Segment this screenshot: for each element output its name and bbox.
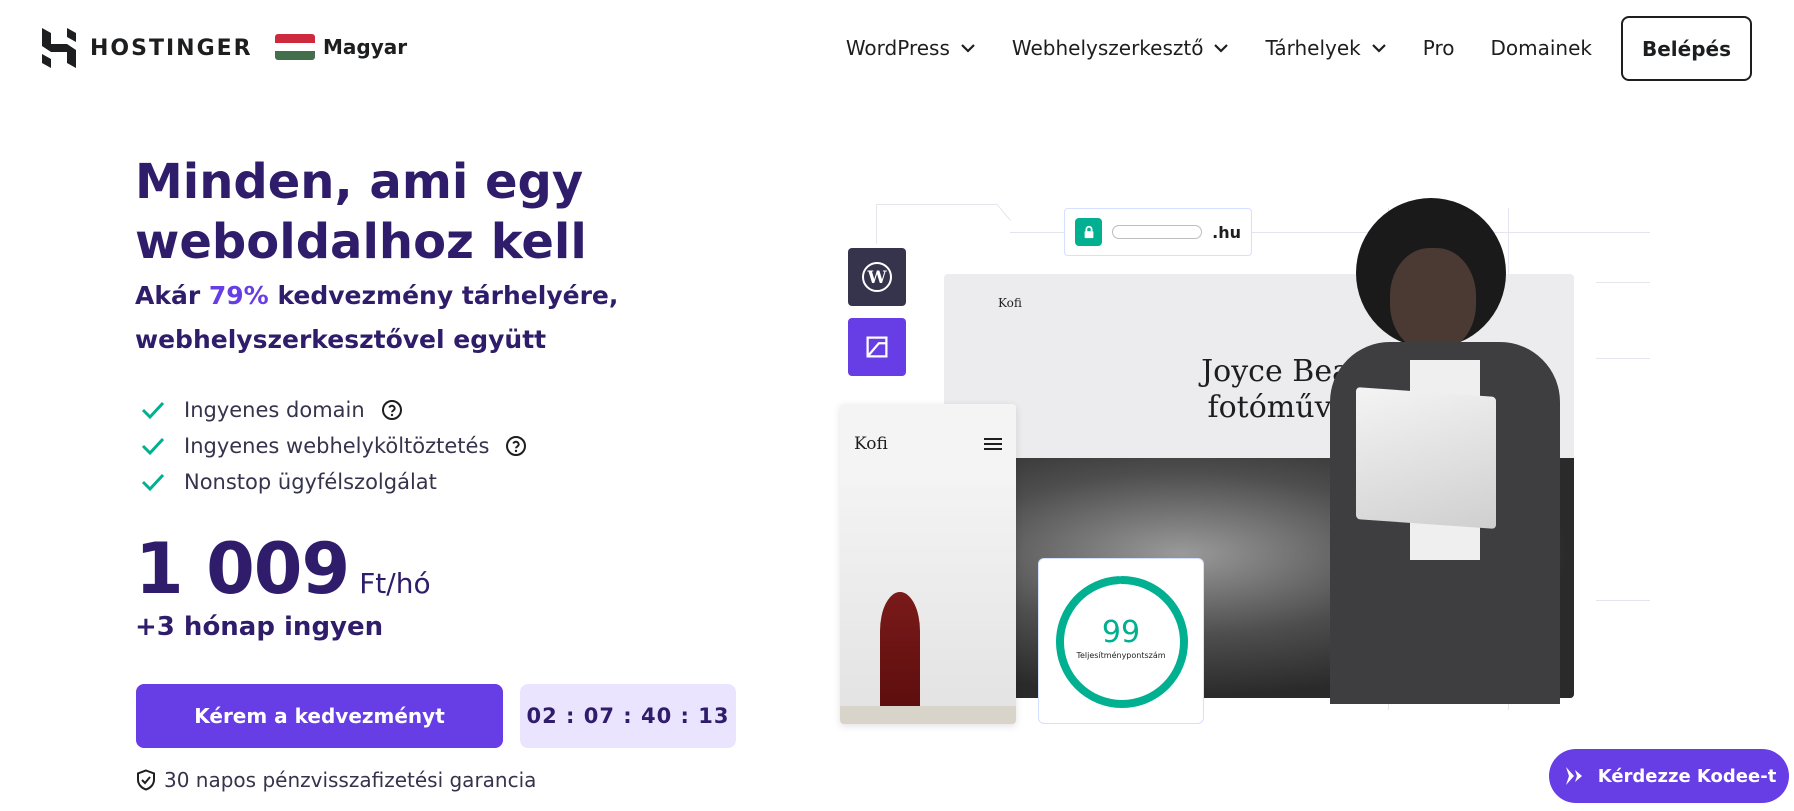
- menu-icon: [984, 438, 1002, 450]
- nav-item-pro[interactable]: Pro: [1423, 36, 1455, 60]
- guarantee-label: 30 napos pénzvisszafizetési garancia: [164, 768, 537, 792]
- mobile-preview: Kofi: [840, 404, 1016, 724]
- mobile-header: Kofi: [840, 404, 1016, 484]
- chevron-down-icon: [1371, 44, 1386, 53]
- claim-discount-button[interactable]: Kérem a kedvezményt: [136, 684, 503, 748]
- grid-line: [1596, 600, 1650, 601]
- mobile-photo: [840, 484, 1016, 724]
- help-circle-icon[interactable]: [505, 435, 527, 457]
- score-value: 99: [1101, 614, 1141, 650]
- subtitle-line2: webhelyszerkesztővel együtt: [135, 325, 547, 354]
- url-bar: .hu: [1064, 208, 1252, 256]
- mobile-logo: Kofi: [854, 434, 888, 454]
- list-item: Ingyenes webhelyköltöztetés: [140, 428, 527, 464]
- nav-item-label: Webhelyszerkesztő: [1011, 36, 1204, 60]
- list-item: Ingyenes domain: [140, 392, 527, 428]
- check-icon: [141, 401, 165, 420]
- grid-line: [1596, 282, 1650, 283]
- check-icon: [141, 473, 165, 492]
- feature-label: Ingyenes webhelyköltöztetés: [184, 434, 490, 458]
- price-amount: 1 009: [135, 528, 350, 610]
- nav-item-wordpress[interactable]: WordPress: [846, 36, 976, 60]
- grid-line: [996, 203, 1011, 221]
- discount-percent: 79%: [208, 281, 269, 310]
- website-builder-icon: [848, 318, 906, 376]
- subtitle-prefix: Akár: [135, 281, 209, 310]
- feature-label: Nonstop ügyfélszolgálat: [184, 470, 437, 494]
- brand-name: HOSTINGER: [90, 35, 253, 61]
- grid-line: [876, 204, 996, 205]
- subtitle-rest: kedvezmény tárhelyére,: [268, 281, 619, 310]
- hero-title: Minden, ami egy weboldalhoz kell: [135, 154, 587, 270]
- language-label: Magyar: [323, 35, 408, 59]
- nav-item-label: Pro: [1422, 36, 1455, 60]
- wordpress-icon: W: [848, 248, 906, 306]
- nav-item-label: WordPress: [845, 36, 950, 60]
- list-item: Nonstop ügyfélszolgálat: [140, 464, 527, 500]
- shield-check-icon: [137, 769, 155, 791]
- ask-kodee-button[interactable]: Kérdezze Kodee-t: [1549, 749, 1789, 803]
- nav-item-website-builder[interactable]: Webhelyszerkesztő: [1012, 36, 1230, 60]
- nav-item-label: Tárhelyek: [1265, 36, 1361, 60]
- hostinger-logo-icon: [42, 28, 76, 68]
- url-tld: .hu: [1212, 222, 1241, 242]
- grid-line: [876, 204, 877, 244]
- countdown-timer: 02 : 07 : 40 : 13: [520, 684, 736, 748]
- nav-item-hosting[interactable]: Tárhelyek: [1265, 36, 1386, 60]
- help-circle-icon[interactable]: [381, 399, 403, 421]
- vase-image: [880, 592, 920, 722]
- performance-score-card: 99 Teljesítménypontszám: [1038, 558, 1204, 724]
- hero-subtitle: Akár 79% kedvezmény tárhelyére, webhelys…: [135, 274, 655, 362]
- chevron-down-icon: [1214, 44, 1229, 53]
- kodee-ai-icon: [1565, 767, 1582, 785]
- hungary-flag-icon: [275, 34, 315, 60]
- svg-text:W: W: [866, 268, 887, 288]
- nav-item-label: Domainek: [1490, 36, 1593, 60]
- url-placeholder: [1112, 225, 1203, 239]
- bonus-months: +3 hónap ingyen: [135, 612, 384, 642]
- lock-icon: [1075, 218, 1103, 246]
- price: 1 009 Ft/hó: [135, 528, 431, 610]
- feature-label: Ingyenes domain: [184, 398, 365, 422]
- hero-illustration: .hu W Kofi Joyce Beale, fotóművész Kofi: [820, 190, 1660, 730]
- chevron-down-icon: [961, 44, 975, 53]
- price-unit: Ft/hó: [359, 567, 431, 600]
- grid-line: [1596, 358, 1650, 359]
- person-face: [1390, 248, 1476, 352]
- site-logo: Kofi: [998, 296, 1022, 310]
- money-back-guarantee: 30 napos pénzvisszafizetési garancia: [136, 768, 536, 792]
- chat-label: Kérdezze Kodee-t: [1597, 765, 1777, 787]
- shelf-image: [840, 706, 1016, 724]
- check-icon: [141, 437, 165, 456]
- laptop-image: [1356, 387, 1496, 529]
- language-selector[interactable]: Magyar: [275, 34, 407, 60]
- login-button[interactable]: Belépés: [1621, 16, 1752, 81]
- main-nav: WordPress Webhelyszerkesztő Tárhelyek Pr…: [846, 28, 1592, 68]
- feature-list: Ingyenes domain Ingyenes webhelyköltözte…: [140, 392, 527, 500]
- brand-logo[interactable]: HOSTINGER: [42, 28, 253, 68]
- site-header: HOSTINGER Magyar WordPress Webhelyszerke…: [0, 0, 1794, 96]
- nav-item-domains[interactable]: Domainek: [1491, 36, 1593, 60]
- grid-line: [1010, 232, 1064, 233]
- score-label: Teljesítménypontszám: [1076, 651, 1166, 660]
